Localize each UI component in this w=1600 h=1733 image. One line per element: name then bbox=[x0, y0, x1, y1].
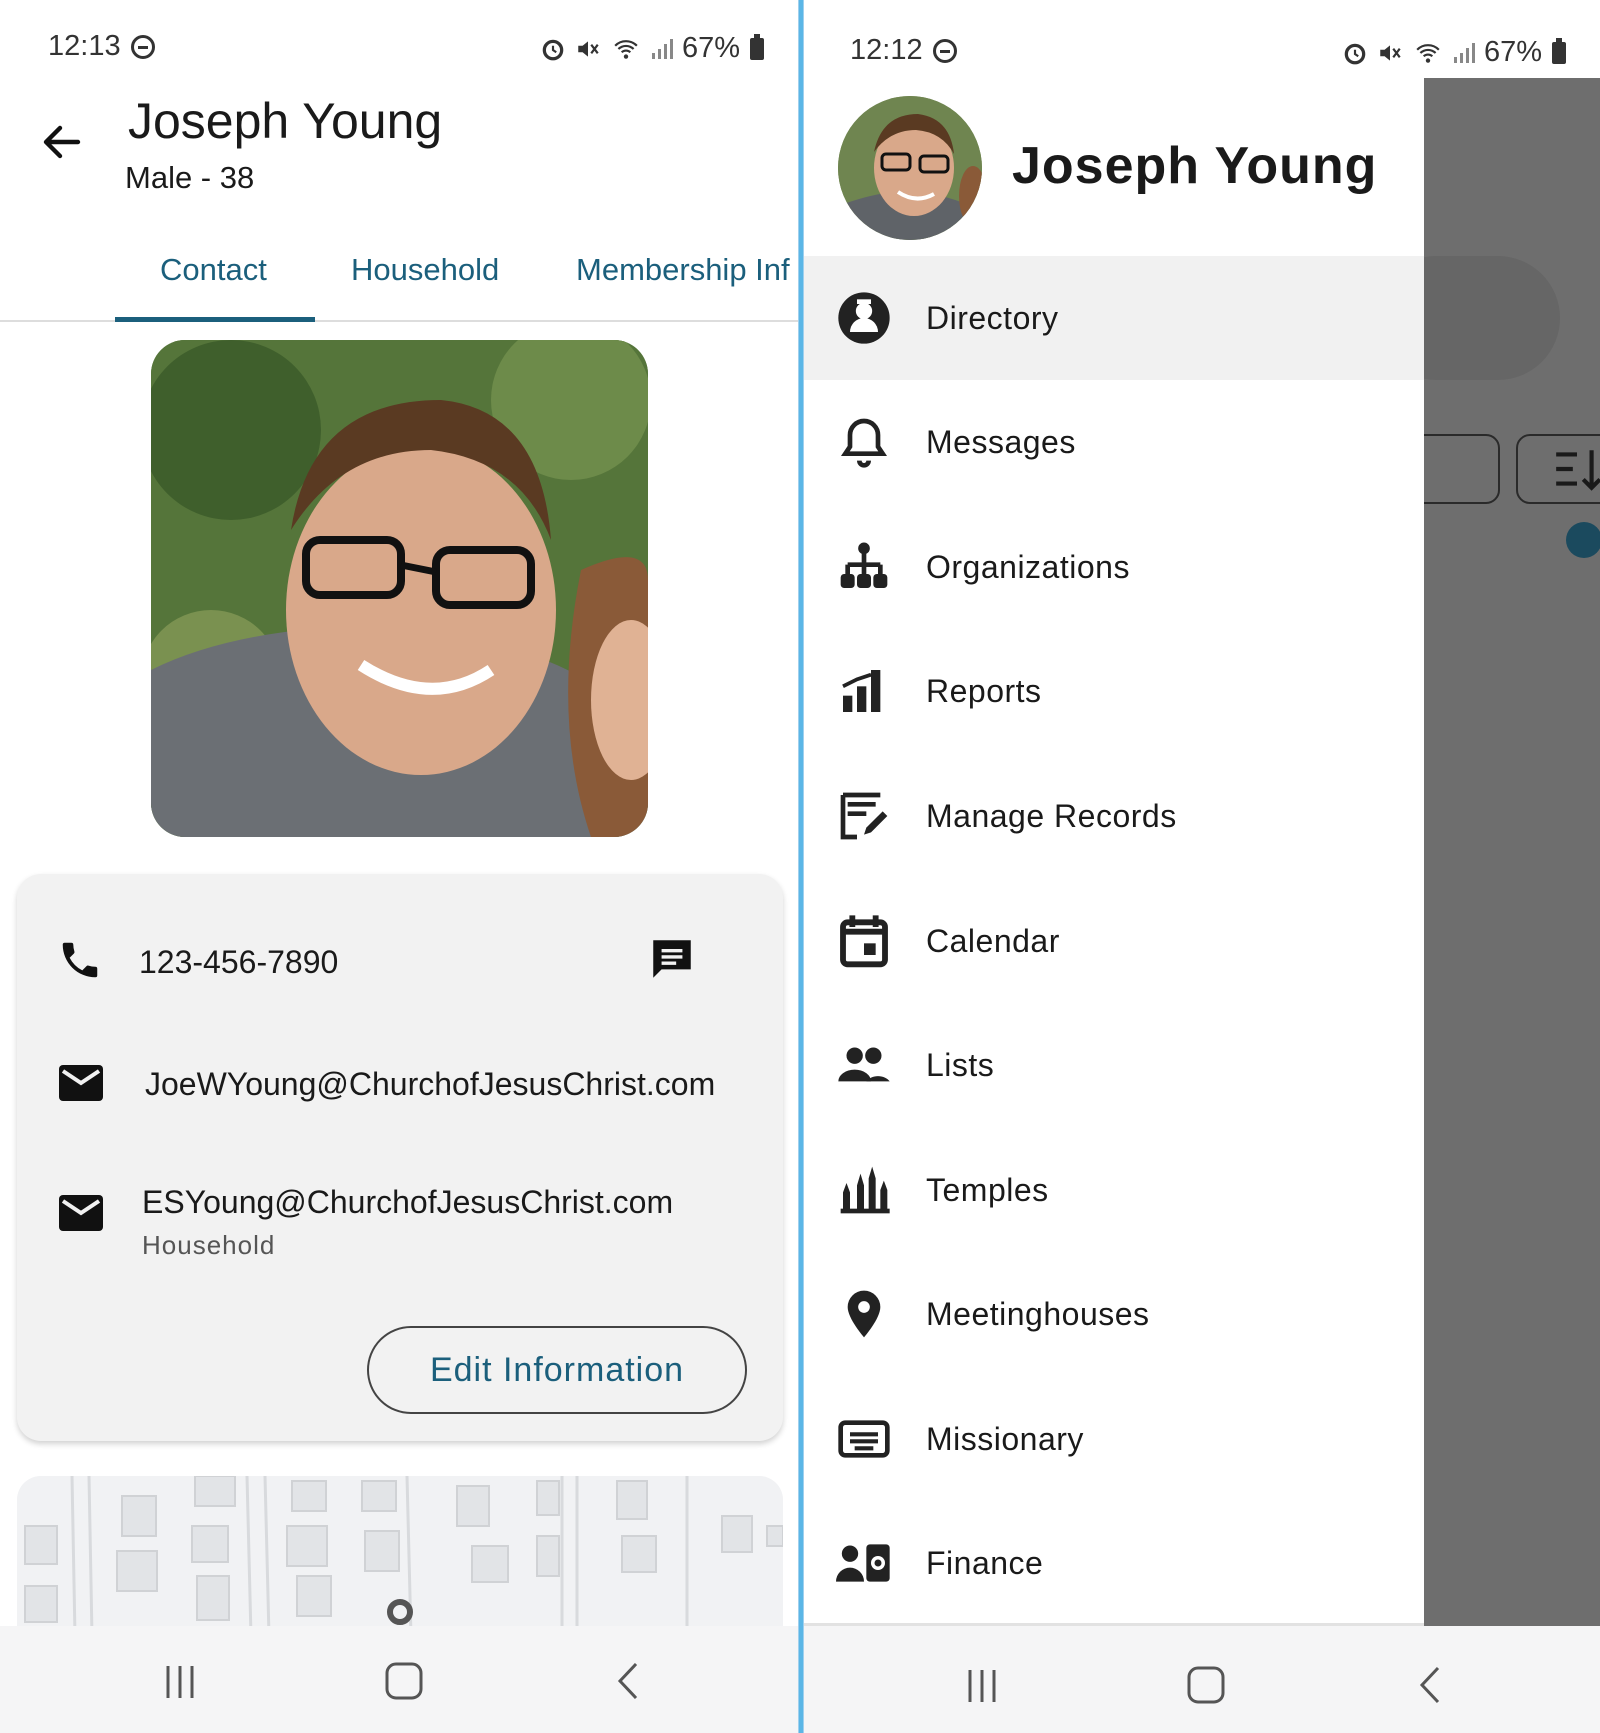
recent-apps-icon[interactable] bbox=[150, 1656, 210, 1706]
calendar-icon bbox=[840, 915, 888, 968]
menu-item-messages[interactable]: Messages bbox=[804, 380, 1424, 504]
status-icons: 67% bbox=[540, 32, 765, 65]
tab-indicator bbox=[115, 317, 315, 322]
alarm-icon bbox=[542, 39, 564, 60]
phone-number[interactable]: 123-456-7890 bbox=[139, 944, 338, 981]
email-household[interactable]: ESYoung@ChurchofJesusChrist.com bbox=[142, 1184, 673, 1221]
wifi-icon bbox=[614, 39, 638, 59]
mail-icon bbox=[59, 1195, 103, 1231]
background-indicator-dot bbox=[1566, 522, 1600, 558]
system-nav-bar bbox=[0, 1626, 798, 1733]
edit-information-button[interactable]: Edit Information bbox=[367, 1326, 747, 1414]
menu-item-label: Reports bbox=[926, 673, 1042, 709]
email-household-label: Household bbox=[142, 1230, 276, 1260]
contact-card: 123-456-7890 JoeWYoung@ChurchofJesusChri… bbox=[17, 874, 783, 1441]
menu-item-label: Messages bbox=[926, 424, 1076, 460]
directory-icon bbox=[838, 292, 890, 344]
battery-percent: 67% bbox=[682, 32, 741, 64]
status-bar: 12:12 bbox=[804, 0, 1424, 90]
tab-household[interactable]: Household bbox=[351, 252, 499, 288]
menu-item-label: Manage Records bbox=[926, 798, 1177, 834]
menu-item-label: Temples bbox=[926, 1172, 1049, 1208]
do-not-disturb-icon bbox=[130, 34, 155, 59]
page-title: Joseph Young bbox=[128, 93, 443, 149]
phone-row[interactable]: 123-456-7890 bbox=[17, 874, 783, 1004]
battery-icon bbox=[1552, 37, 1567, 64]
finance-icon bbox=[836, 1544, 890, 1582]
signal-icon bbox=[1454, 42, 1475, 63]
people-icon bbox=[838, 1047, 890, 1082]
mail-icon bbox=[59, 1065, 103, 1101]
menu-item-label: Meetinghouses bbox=[926, 1296, 1150, 1332]
back-nav-icon[interactable] bbox=[598, 1656, 658, 1706]
menu-item-finance[interactable]: Finance bbox=[804, 1501, 1424, 1625]
menu-item-label: Directory bbox=[926, 300, 1059, 336]
temple-icon bbox=[840, 1166, 890, 1214]
email-row-household[interactable]: ESYoung@ChurchofJesusChrist.com Househol… bbox=[17, 1154, 783, 1284]
mute-icon bbox=[578, 40, 599, 57]
email-row-personal[interactable]: JoeWYoung@ChurchofJesusChrist.com bbox=[17, 1024, 783, 1134]
status-time-group: 12:12 bbox=[850, 34, 957, 67]
missionary-badge-icon bbox=[838, 1420, 890, 1458]
sort-icon bbox=[1556, 450, 1600, 491]
menu-item-reports[interactable]: Reports bbox=[804, 629, 1424, 753]
status-time-group: 12:13 bbox=[48, 30, 155, 63]
location-pin-icon bbox=[847, 1290, 881, 1338]
menu-item-meetinghouses[interactable]: Meetinghouses bbox=[804, 1252, 1424, 1376]
drawer-user-name: Joseph Young bbox=[1012, 137, 1378, 195]
menu-item-temples[interactable]: Temples bbox=[804, 1128, 1424, 1252]
edit-records-icon bbox=[840, 792, 888, 840]
menu-item-calendar[interactable]: Calendar bbox=[804, 879, 1424, 1003]
back-arrow-icon[interactable] bbox=[38, 118, 86, 166]
home-icon[interactable] bbox=[374, 1656, 434, 1706]
status-time: 12:12 bbox=[850, 34, 923, 66]
battery-icon bbox=[750, 33, 765, 60]
navigation-drawer-screen: 12:12 Joseph Young Directory Messages Or… bbox=[804, 0, 1600, 1733]
menu-item-lists[interactable]: Lists bbox=[804, 1003, 1424, 1127]
recent-apps-icon[interactable] bbox=[952, 1660, 1012, 1710]
back-nav-icon[interactable] bbox=[1400, 1660, 1460, 1710]
menu-item-label: Finance bbox=[926, 1545, 1044, 1581]
menu-item-label: Missionary bbox=[926, 1421, 1084, 1457]
menu-item-label: Lists bbox=[926, 1047, 995, 1083]
do-not-disturb-icon bbox=[932, 38, 957, 63]
tab-membership[interactable]: Membership Inf bbox=[576, 252, 790, 288]
email-personal[interactable]: JoeWYoung@ChurchofJesusChrist.com bbox=[145, 1066, 715, 1103]
nav-drawer: 12:12 Joseph Young Directory Messages Or… bbox=[804, 0, 1424, 1733]
menu-item-organizations[interactable]: Organizations bbox=[804, 505, 1424, 629]
system-nav-bar bbox=[804, 1626, 1600, 1733]
menu-item-manage-records[interactable]: Manage Records bbox=[804, 754, 1424, 878]
menu-item-label: Calendar bbox=[926, 923, 1060, 959]
profile-photo bbox=[151, 340, 648, 837]
menu-item-directory[interactable]: Directory bbox=[804, 256, 1424, 380]
contact-screen: 12:13 67% Joseph Young Male - 38 Contact… bbox=[0, 0, 798, 1733]
home-icon[interactable] bbox=[1176, 1660, 1236, 1710]
battery-percent: 67% bbox=[1484, 36, 1543, 68]
menu-item-label: Organizations bbox=[926, 549, 1130, 585]
org-chart-icon bbox=[840, 542, 888, 588]
bar-chart-icon bbox=[842, 670, 881, 712]
phone-icon bbox=[62, 942, 98, 978]
background-sort-button bbox=[1516, 434, 1600, 504]
background-scrim[interactable] bbox=[1374, 78, 1600, 1626]
menu-item-missionary[interactable]: Missionary bbox=[804, 1377, 1424, 1501]
status-bar: 12:13 67% bbox=[0, 0, 798, 90]
avatar bbox=[838, 96, 982, 240]
page-subtitle: Male - 38 bbox=[125, 160, 255, 195]
message-icon[interactable] bbox=[647, 934, 697, 984]
status-time: 12:13 bbox=[48, 30, 121, 62]
signal-icon bbox=[652, 38, 673, 59]
tab-bar: Contact Household Membership Inf bbox=[0, 232, 798, 322]
map-preview[interactable] bbox=[17, 1476, 783, 1636]
bell-icon bbox=[840, 418, 888, 468]
tab-contact[interactable]: Contact bbox=[160, 252, 267, 288]
